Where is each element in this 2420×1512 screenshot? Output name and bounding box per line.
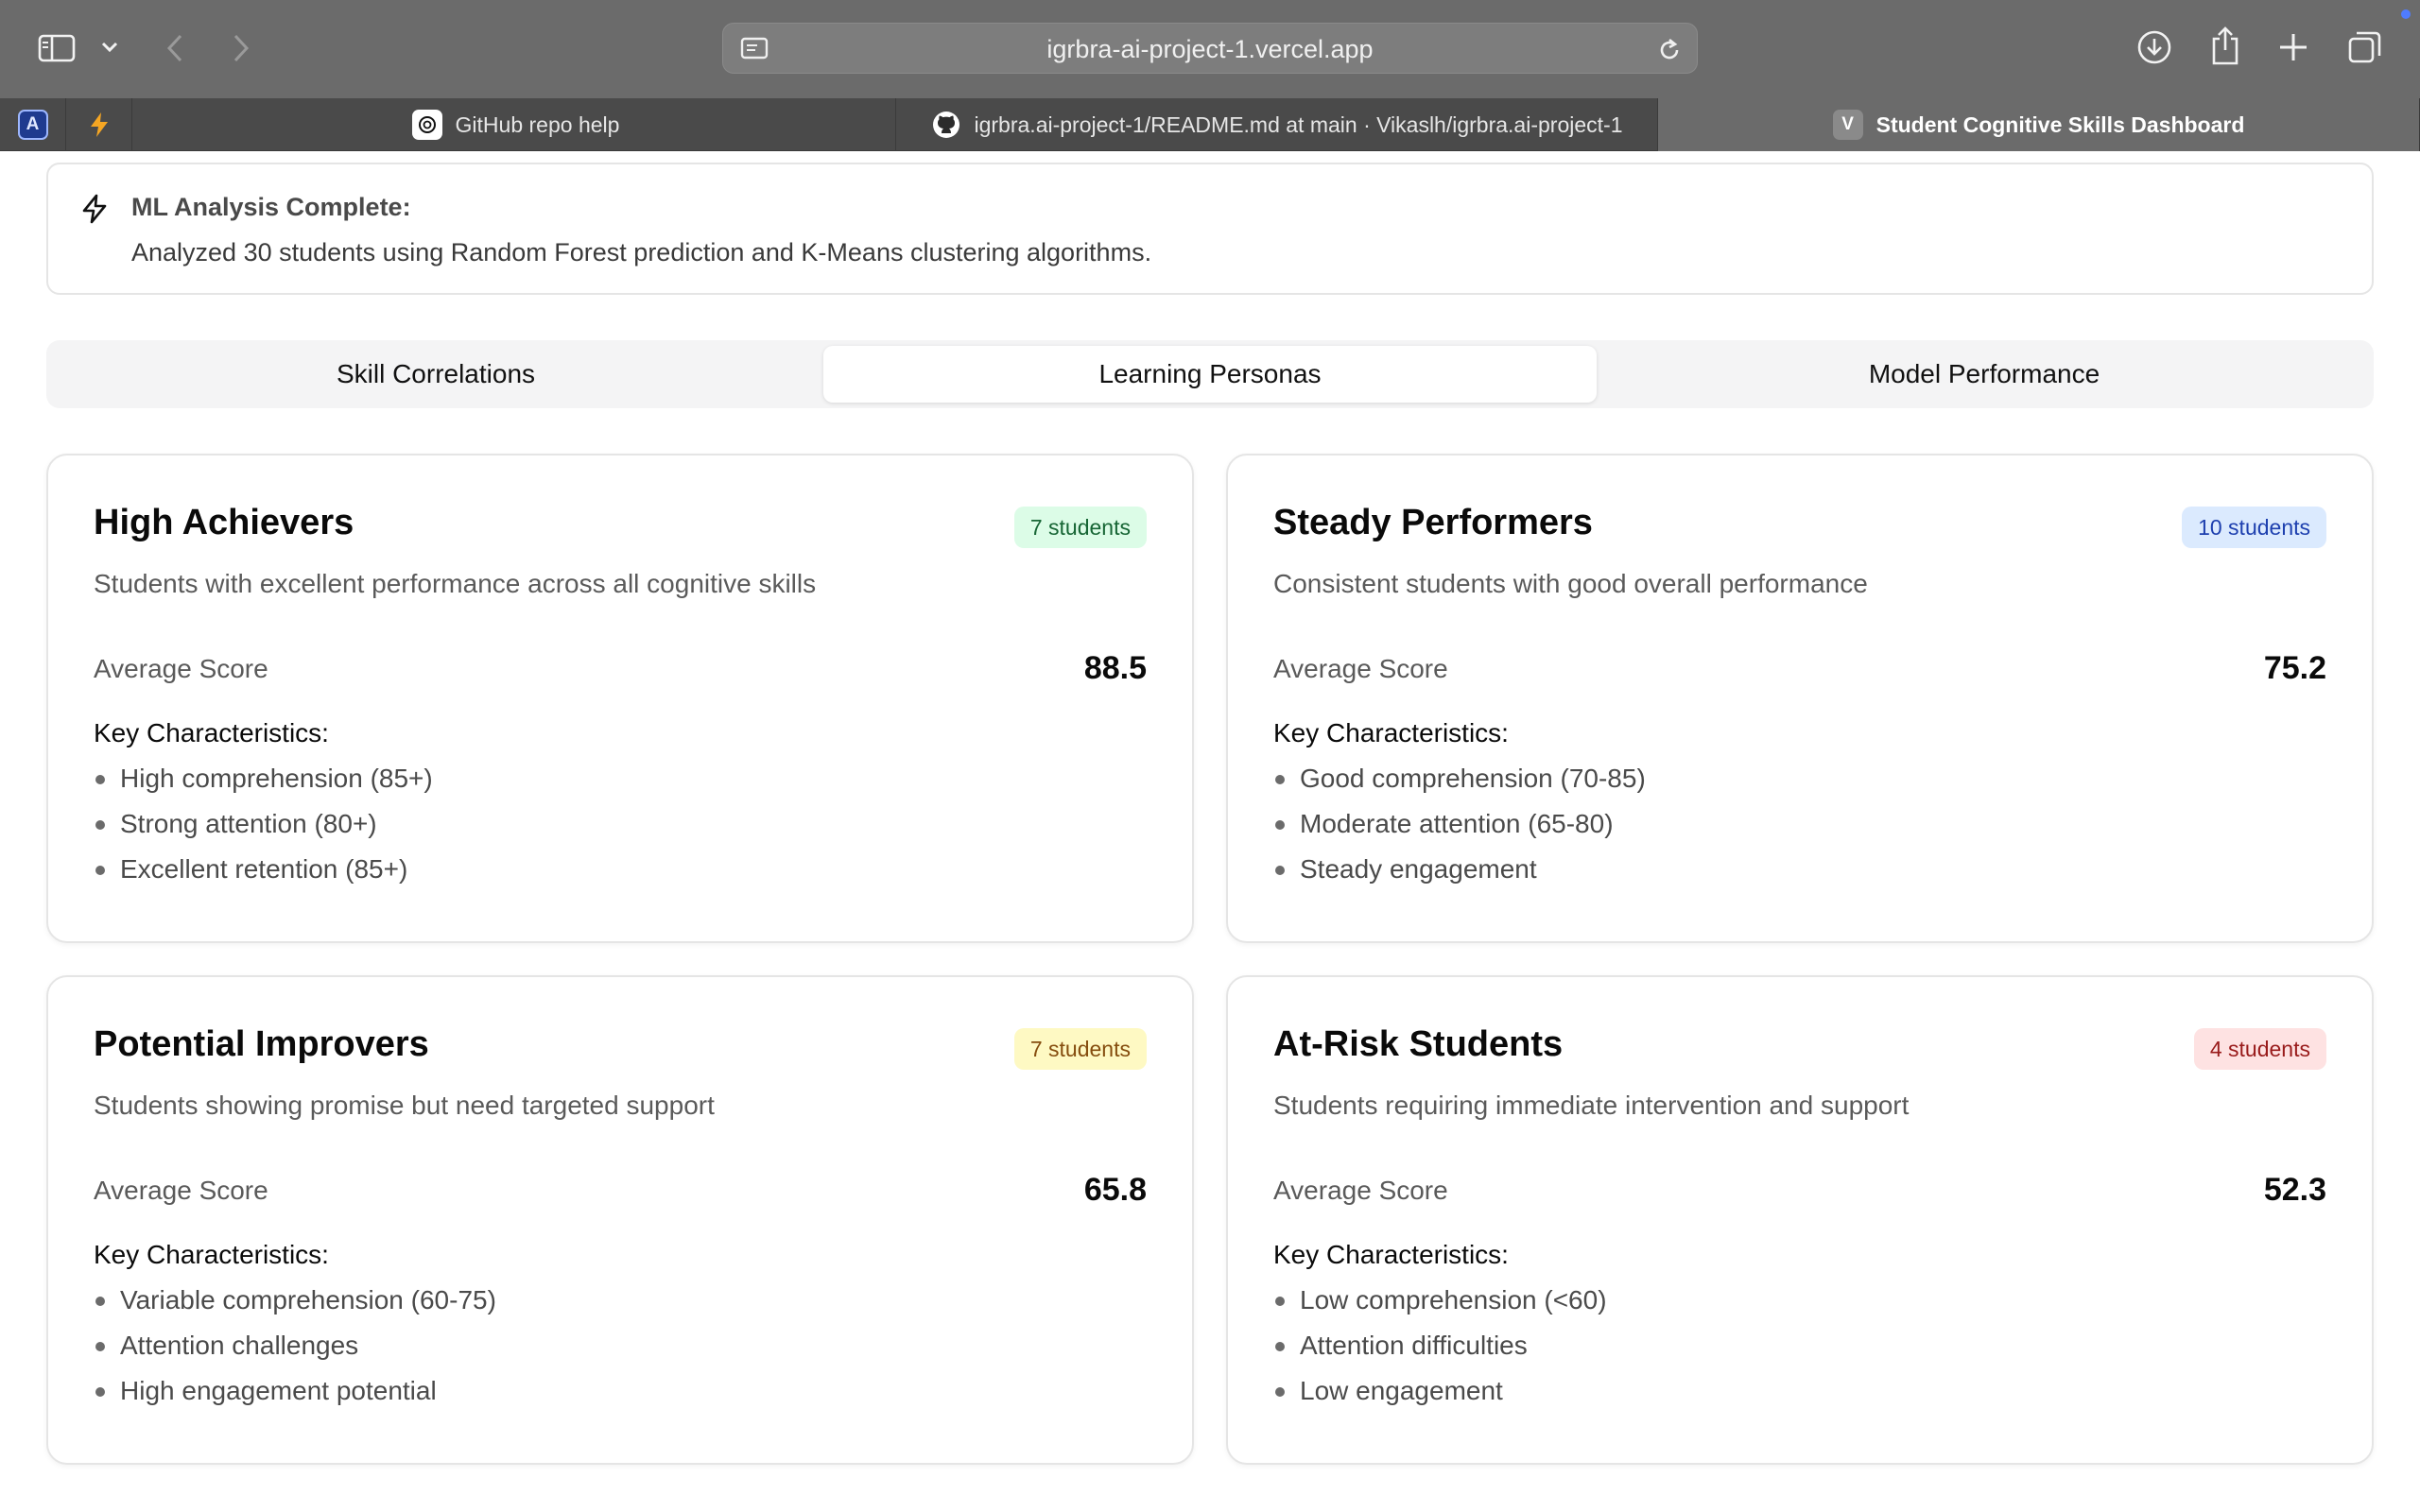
student-count-badge: 7 students (1013, 1028, 1147, 1070)
app-a-icon: A (17, 110, 48, 140)
alert-description: Analyzed 30 students using Random Forest… (131, 238, 1152, 266)
persona-card-at-risk-students: At-Risk Students 4 students Students req… (1226, 975, 2374, 1465)
characteristics-list: Good comprehension (70-85) Moderate atte… (1273, 756, 1646, 892)
tab-title: igrbra.ai-project-1/README.md at main · … (974, 112, 1623, 137)
forward-icon[interactable] (227, 30, 255, 66)
list-item: Attention difficulties (1273, 1323, 1607, 1368)
list-item: Strong attention (80+) (94, 801, 433, 847)
pinned-tab[interactable] (66, 98, 132, 151)
list-item: Excellent retention (85+) (94, 847, 433, 892)
average-score-value: 75.2 (2263, 650, 2326, 686)
tab-github-repo-help[interactable]: GitHub repo help (136, 98, 896, 151)
characteristics-title: Key Characteristics: (94, 718, 329, 747)
characteristics-title: Key Characteristics: (94, 1240, 329, 1269)
persona-description: Consistent students with good overall pe… (1273, 569, 1868, 598)
persona-title: Steady Performers (1273, 503, 1593, 542)
student-count-badge: 4 students (2193, 1028, 2326, 1070)
url-text: igrbra-ai-project-1.vercel.app (1046, 35, 1374, 63)
bolt-app-icon (90, 112, 108, 137)
average-score-value: 65.8 (1083, 1172, 1147, 1208)
average-score-value: 88.5 (1083, 650, 1147, 686)
characteristics-title: Key Characteristics: (1273, 718, 1509, 747)
notification-dot (2401, 9, 2411, 19)
tab-overview-icon[interactable] (2346, 28, 2384, 66)
average-score-label: Average Score (1273, 1176, 1448, 1205)
chevron-down-icon[interactable] (98, 36, 121, 59)
persona-description: Students with excellent performance acro… (94, 569, 817, 598)
tab-title: GitHub repo help (455, 112, 620, 137)
alert-title: ML Analysis Complete: (131, 193, 411, 221)
persona-title: High Achievers (94, 503, 354, 542)
analysis-tabs: Skill Correlations Learning Personas Mod… (46, 340, 2374, 408)
share-icon[interactable] (2208, 25, 2242, 66)
list-item: Low comprehension (<60) (1273, 1278, 1607, 1323)
tab-github-readme[interactable]: igrbra.ai-project-1/README.md at main · … (896, 98, 1658, 151)
list-item: Moderate attention (65-80) (1273, 801, 1646, 847)
list-item: Steady engagement (1273, 847, 1646, 892)
persona-title: Potential Improvers (94, 1024, 429, 1064)
lightning-icon (82, 194, 107, 224)
persona-description: Students showing promise but need target… (94, 1091, 715, 1120)
list-item: Variable comprehension (60-75) (94, 1278, 496, 1323)
tab-model-performance[interactable]: Model Performance (1600, 346, 2368, 403)
list-item: Attention challenges (94, 1323, 496, 1368)
characteristics-title: Key Characteristics: (1273, 1240, 1509, 1269)
address-bar[interactable]: igrbra-ai-project-1.vercel.app (722, 23, 1698, 74)
github-icon (931, 110, 961, 140)
new-tab-icon[interactable] (2276, 30, 2310, 64)
characteristics-list: Low comprehension (<60) Attention diffic… (1273, 1278, 1607, 1414)
student-count-badge: 10 students (2182, 507, 2326, 548)
browser-tab-bar: A GitHub repo help igrbra.ai-project-1/R… (0, 98, 2420, 151)
average-score-label: Average Score (1273, 654, 1448, 683)
download-icon[interactable] (2135, 28, 2173, 66)
tab-skill-correlations[interactable]: Skill Correlations (52, 346, 820, 403)
list-item: Low engagement (1273, 1368, 1607, 1414)
ml-analysis-alert: ML Analysis Complete: Analyzed 30 studen… (46, 163, 2374, 295)
tab-student-dashboard[interactable]: V Student Cognitive Skills Dashboard (1658, 98, 2420, 151)
pinned-tab[interactable]: A (0, 98, 66, 151)
characteristics-list: High comprehension (85+) Strong attentio… (94, 756, 433, 892)
browser-toolbar: igrbra-ai-project-1.vercel.app (0, 0, 2420, 98)
persona-description: Students requiring immediate interventio… (1273, 1091, 1910, 1120)
persona-title: At-Risk Students (1273, 1024, 1564, 1064)
list-item: High engagement potential (94, 1368, 496, 1414)
reload-icon[interactable] (1655, 36, 1684, 64)
student-count-badge: 7 students (1013, 507, 1147, 548)
average-score-label: Average Score (94, 1176, 268, 1205)
tab-title: Student Cognitive Skills Dashboard (1876, 112, 2245, 137)
list-item: High comprehension (85+) (94, 756, 433, 801)
chatgpt-icon (411, 110, 442, 140)
tab-learning-personas[interactable]: Learning Personas (823, 346, 1597, 403)
sidebar-toggle-icon[interactable] (36, 32, 78, 64)
v-favicon: V (1832, 110, 1863, 140)
average-score-value: 52.3 (2263, 1172, 2326, 1208)
persona-card-steady-performers: Steady Performers 10 students Consistent… (1226, 454, 2374, 943)
back-icon[interactable] (161, 30, 189, 66)
persona-card-potential-improvers: Potential Improvers 7 students Students … (46, 975, 1194, 1465)
characteristics-list: Variable comprehension (60-75) Attention… (94, 1278, 496, 1414)
persona-card-high-achievers: High Achievers 7 students Students with … (46, 454, 1194, 943)
average-score-label: Average Score (94, 654, 268, 683)
list-item: Good comprehension (70-85) (1273, 756, 1646, 801)
